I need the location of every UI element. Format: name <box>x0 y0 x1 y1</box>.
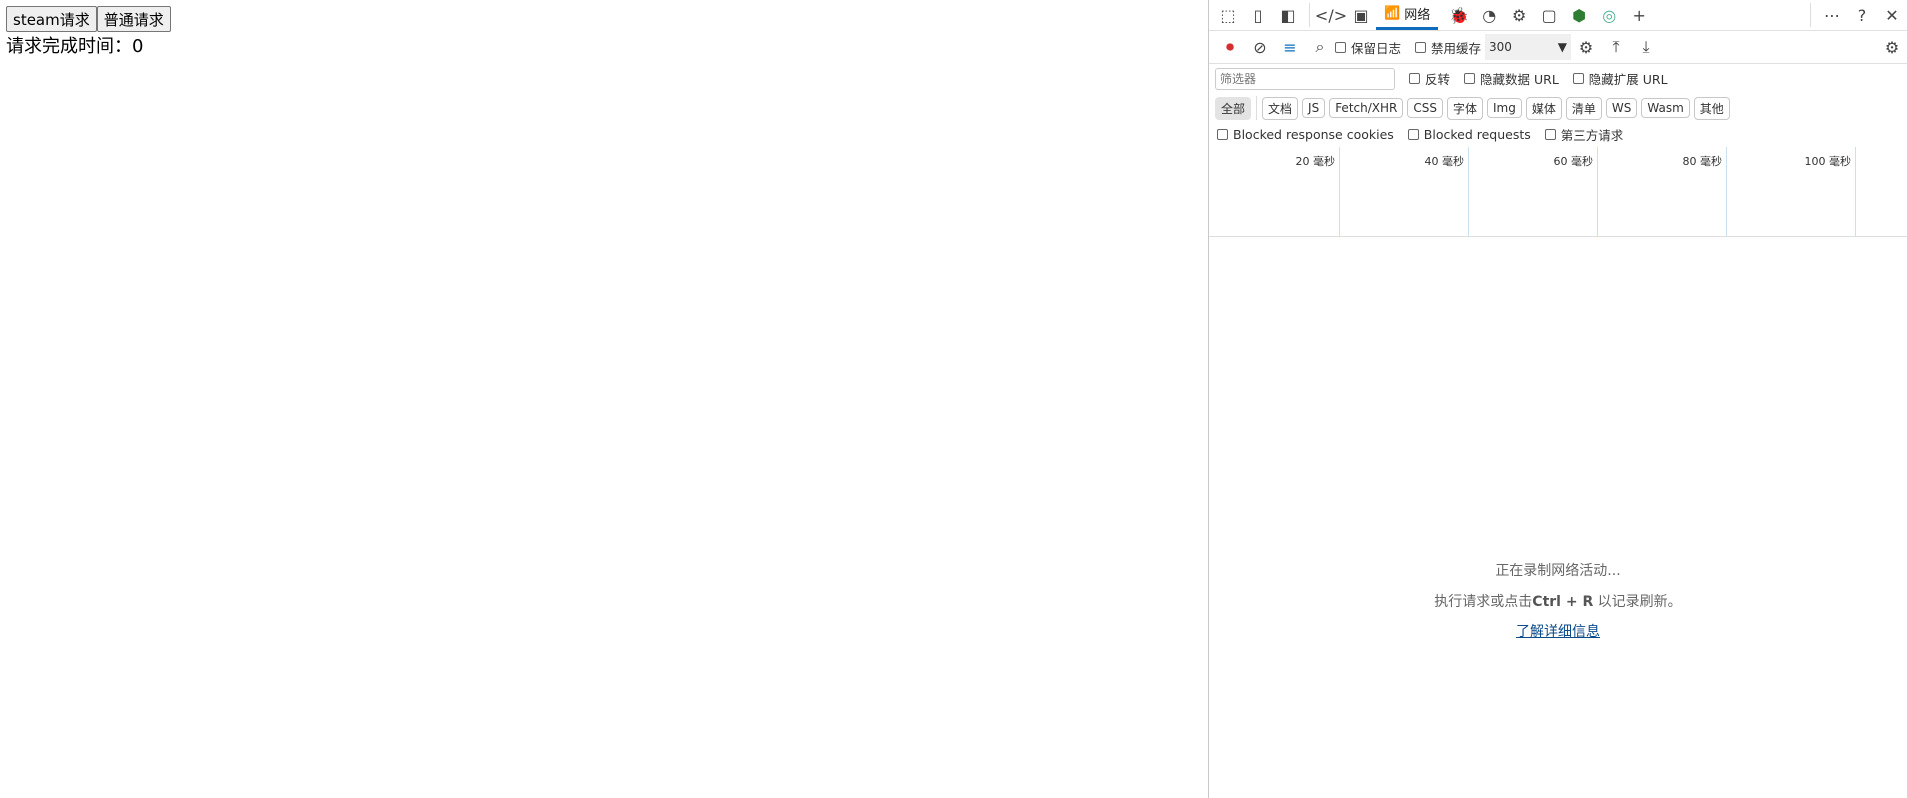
timeline-label: 100 毫秒 <box>1804 155 1852 168</box>
result-label: 请求完成时间： <box>6 36 132 57</box>
throttle-select[interactable]: 300 ▼ <box>1485 34 1572 60</box>
learn-more-link[interactable]: 了解详细信息 <box>1516 624 1600 640</box>
timeline-label: 80 毫秒 <box>1682 155 1723 168</box>
timeline-gridline <box>1855 147 1856 237</box>
hint-key: Ctrl + R <box>1532 594 1594 610</box>
performance-icon[interactable]: ◔ <box>1474 1 1504 29</box>
invert-label: 反转 <box>1425 72 1451 87</box>
normal-request-button[interactable]: 普通请求 <box>96 6 171 32</box>
timeline-gridline <box>1468 147 1469 237</box>
blocked-cookies-label: Blocked response cookies <box>1233 127 1394 142</box>
type-filter-0[interactable]: 全部 <box>1215 96 1252 120</box>
divider <box>1256 96 1258 120</box>
hide-data-url-label: 隐藏数据 URL <box>1480 72 1559 87</box>
settings-icon[interactable]: ⚙ <box>1877 33 1907 61</box>
filter-icon[interactable]: ≡ <box>1275 33 1305 61</box>
devtools-panel: ⬚ ▯ ◧ </> ▣ 📶 网络 🐞 ◔ ⚙ ▢ ⬢ ◎ + ⋯ ? ✕ ⏺ ⊘ … <box>1208 0 1907 798</box>
type-filter-5[interactable]: 字体 <box>1446 96 1483 120</box>
type-filter-row: 全部 文档 JS Fetch/XHR CSS 字体 Img 媒体 清单 WS Wasm 其他 <box>1209 94 1907 122</box>
console-icon[interactable]: ▣ <box>1346 1 1376 29</box>
type-filter-11[interactable]: 其他 <box>1693 96 1730 120</box>
third-party-checkbox[interactable]: 第三方请求 <box>1544 125 1624 144</box>
reload-hint: 执行请求或点击Ctrl + R 以记录刷新。 <box>1209 591 1907 611</box>
filter-input[interactable] <box>1215 67 1395 90</box>
timeline-gridline <box>1597 147 1598 237</box>
type-filter-4[interactable]: CSS <box>1407 98 1443 118</box>
help-icon[interactable]: ? <box>1847 1 1877 29</box>
add-tab-icon[interactable]: + <box>1624 1 1654 29</box>
elements-icon[interactable]: </> <box>1315 1 1347 29</box>
bug-icon[interactable]: 🐞 <box>1444 1 1474 29</box>
dock-icon[interactable]: ◧ <box>1273 1 1303 29</box>
devtools-tabbar: ⬚ ▯ ◧ </> ▣ 📶 网络 🐞 ◔ ⚙ ▢ ⬢ ◎ + ⋯ ? ✕ <box>1209 0 1907 31</box>
inspect-icon[interactable]: ⬚ <box>1213 1 1243 29</box>
invert-checkbox[interactable]: 反转 <box>1409 69 1450 88</box>
hide-ext-url-label: 隐藏扩展 URL <box>1588 72 1668 87</box>
disable-cache-label: 禁用缓存 <box>1431 40 1482 56</box>
hide-data-url-checkbox[interactable]: 隐藏数据 URL <box>1464 69 1559 88</box>
result-text: 请求完成时间：0 <box>6 32 143 58</box>
timeline-label: 60 毫秒 <box>1553 155 1594 168</box>
steam-request-button[interactable]: steam请求 <box>6 6 97 32</box>
blocked-requests-label: Blocked requests <box>1423 127 1531 142</box>
hide-ext-url-checkbox[interactable]: 隐藏扩展 URL <box>1572 69 1668 88</box>
export-icon[interactable]: ⤓ <box>1631 33 1661 61</box>
throttle-value: 300 <box>1489 40 1512 54</box>
type-filter-8[interactable]: 清单 <box>1565 96 1602 120</box>
timeline-label: 20 毫秒 <box>1295 155 1336 168</box>
tab-network-label: 网络 <box>1404 8 1431 23</box>
type-filter-9[interactable]: WS <box>1605 98 1638 118</box>
preserve-log-label: 保留日志 <box>1351 40 1402 56</box>
extension2-icon[interactable]: ◎ <box>1594 1 1624 29</box>
network-conditions-icon[interactable]: ⚙ <box>1571 33 1601 61</box>
type-filter-7[interactable]: 媒体 <box>1525 96 1562 120</box>
timeline-overview[interactable]: 20 毫秒 40 毫秒 60 毫秒 80 毫秒 100 毫秒 <box>1209 147 1907 237</box>
timeline-gridline <box>1339 147 1340 237</box>
page-viewport: steam请求 普通请求 请求完成时间：0 <box>0 0 1208 798</box>
dropdown-icon: ▼ <box>1557 40 1568 54</box>
blocked-requests-checkbox[interactable]: Blocked requests <box>1407 127 1531 142</box>
type-filter-3[interactable]: Fetch/XHR <box>1329 98 1404 118</box>
record-icon[interactable]: ⏺ <box>1215 33 1245 61</box>
wifi-icon: 📶 <box>1384 6 1401 21</box>
timeline-gridline <box>1726 147 1727 237</box>
blocked-row: Blocked response cookies Blocked request… <box>1209 122 1907 147</box>
type-filter-1[interactable]: 文档 <box>1262 96 1299 120</box>
filter-row: 反转 隐藏数据 URL 隐藏扩展 URL <box>1209 64 1907 93</box>
blocked-cookies-checkbox[interactable]: Blocked response cookies <box>1217 127 1394 142</box>
device-toolbar-icon[interactable]: ▯ <box>1243 1 1273 29</box>
type-filter-10[interactable]: Wasm <box>1641 98 1690 118</box>
type-filter-2[interactable]: JS <box>1302 98 1326 118</box>
hint-pre: 执行请求或点击 <box>1434 594 1533 610</box>
recording-message: 正在录制网络活动... <box>1495 563 1621 579</box>
extension-icon[interactable]: ⬢ <box>1564 1 1594 29</box>
search-icon[interactable]: ⌕ <box>1305 33 1335 61</box>
network-toolbar: ⏺ ⊘ ≡ ⌕ 保留日志 禁用缓存 300 ▼ ⚙ ⤒ ⤓ ⚙ <box>1209 31 1907 64</box>
preserve-log-checkbox[interactable]: 保留日志 <box>1335 38 1401 57</box>
third-party-label: 第三方请求 <box>1560 128 1624 143</box>
timeline-label: 40 毫秒 <box>1424 155 1465 168</box>
result-value: 0 <box>132 36 144 57</box>
more-icon[interactable]: ⋯ <box>1817 1 1847 29</box>
clear-icon[interactable]: ⊘ <box>1245 33 1275 61</box>
tab-network[interactable]: 📶 网络 <box>1376 0 1439 30</box>
application-icon[interactable]: ▢ <box>1534 1 1564 29</box>
memory-icon[interactable]: ⚙ <box>1504 1 1534 29</box>
hint-post: 以记录刷新。 <box>1593 594 1682 610</box>
type-filter-6[interactable]: Img <box>1487 98 1522 118</box>
disable-cache-checkbox[interactable]: 禁用缓存 <box>1415 38 1481 57</box>
close-icon[interactable]: ✕ <box>1877 1 1907 29</box>
import-icon[interactable]: ⤒ <box>1601 33 1631 61</box>
